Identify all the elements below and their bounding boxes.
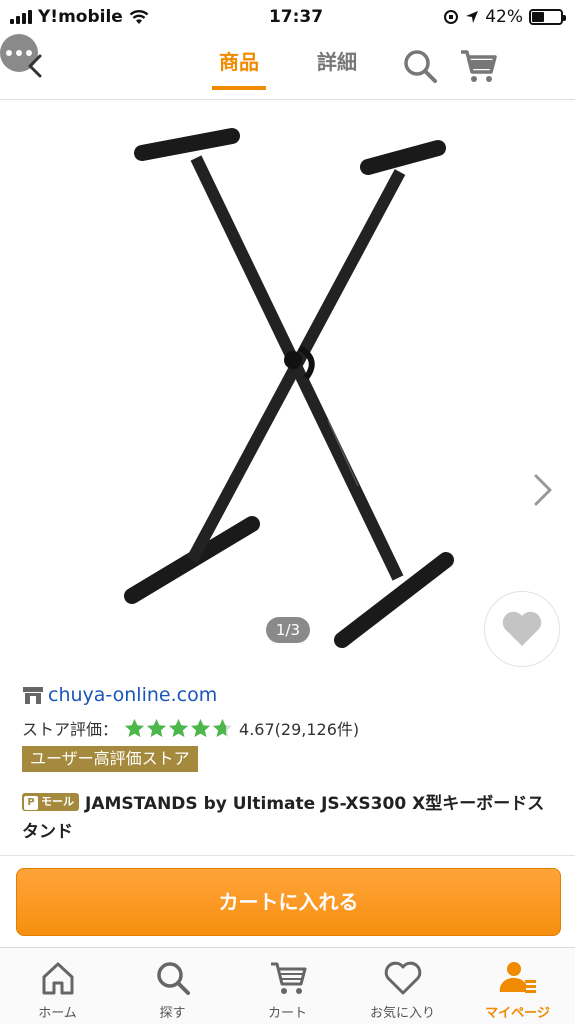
x-stand-image: [124, 128, 454, 648]
wifi-icon: [129, 10, 149, 24]
store-link[interactable]: chuya-online.com: [22, 684, 217, 706]
bottom-tab-bar: ホーム 探す カート お気に入り マイページ: [0, 948, 575, 1024]
tab-search[interactable]: 探す: [115, 948, 230, 1024]
star-icon: [169, 718, 189, 737]
star-icon: [213, 718, 233, 737]
battery-icon: [528, 9, 566, 25]
next-image-chevron-icon[interactable]: [528, 472, 556, 508]
heart-icon: [384, 961, 421, 995]
battery-percent: 42%: [485, 7, 523, 27]
star-icon: [191, 718, 211, 737]
tab-home[interactable]: ホーム: [0, 948, 115, 1024]
product-title: JAMSTANDS by Ultimate JS-XS300 X型キーボードスタ…: [22, 794, 545, 842]
store-rating[interactable]: ストア評価： 4.67(29,126件): [22, 716, 359, 740]
rating-value: 4.67(29,126件): [239, 720, 360, 739]
cart-icon: [270, 962, 306, 994]
tab-cart[interactable]: カート: [230, 948, 345, 1024]
image-counter: 1/3: [266, 617, 310, 643]
product-gallery[interactable]: [0, 100, 575, 675]
search-icon: [156, 962, 190, 995]
carrier-name: Y!mobile: [38, 7, 123, 27]
tab-home-label: ホーム: [38, 1006, 77, 1021]
mall-p-icon: P: [24, 796, 38, 810]
location-icon: [466, 11, 479, 23]
store-name[interactable]: chuya-online.com: [48, 684, 217, 706]
tab-cart-label: カート: [267, 1006, 307, 1021]
status-left: Y!mobile: [10, 7, 149, 27]
back-chevron-icon[interactable]: [18, 48, 54, 84]
search-icon[interactable]: [400, 46, 440, 86]
rating-stars: [124, 718, 233, 739]
signal-icon: [10, 10, 32, 24]
add-to-cart-button[interactable]: カートに入れる: [16, 868, 561, 936]
user-icon: [499, 962, 536, 993]
tab-search-label: 探す: [159, 1006, 186, 1021]
divider: [0, 855, 575, 856]
heart-icon: [502, 611, 542, 646]
home-icon: [42, 962, 73, 995]
rotation-lock-icon: [444, 10, 459, 24]
favorite-button[interactable]: [484, 591, 560, 667]
top-header: 商品 詳細: [0, 34, 575, 100]
store-icon: [23, 687, 43, 704]
tab-favorites[interactable]: お気に入り: [345, 948, 460, 1024]
status-bar: Y!mobile 17:37 42%: [0, 0, 575, 34]
clock-time: 17:37: [268, 7, 324, 27]
battery-fill: [531, 12, 544, 22]
mall-tag-label: モール: [41, 795, 74, 808]
cart-icon[interactable]: [458, 46, 498, 86]
status-right: 42%: [443, 7, 566, 27]
star-icon: [147, 718, 167, 737]
product-title-block: P モール JAMSTANDS by Ultimate JS-XS300 X型キーボ…: [22, 790, 552, 846]
tab-product[interactable]: 商品: [212, 46, 266, 90]
high-rating-badge: ユーザー高評価ストア: [22, 746, 198, 772]
tab-favorites-label: お気に入り: [369, 1006, 435, 1021]
tab-mypage[interactable]: マイページ: [460, 948, 575, 1024]
tab-detail[interactable]: 詳細: [310, 46, 364, 90]
mall-tag: P モール: [22, 793, 79, 811]
tab-mypage-label: マイページ: [485, 1006, 550, 1021]
rating-label: ストア評価：: [22, 720, 119, 739]
star-icon: [125, 718, 145, 737]
